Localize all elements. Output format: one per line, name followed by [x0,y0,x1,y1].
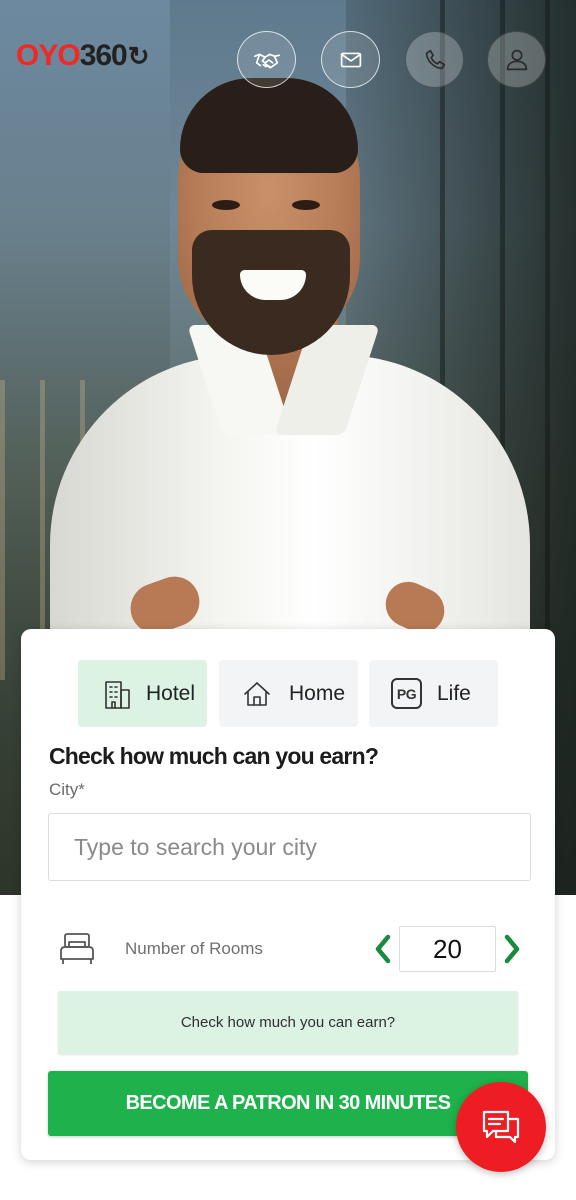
handshake-icon [253,53,280,68]
logo-number: 360 [79,39,128,72]
tab-hotel[interactable]: Hotel [78,660,277,727]
chevron-right-icon [504,934,520,964]
hair [180,78,358,173]
oyo360-logo[interactable]: OYO 360 ↻ [16,38,150,74]
earnings-card: Hotel Home PG Life Check how much can yo… [21,629,555,1160]
mail-icon [340,52,361,67]
rooms-count-field[interactable]: 20 [399,926,496,972]
tab-hotel-label: Hotel [146,681,196,705]
city-label: City* [49,780,85,799]
building-icon [102,678,132,710]
card-heading: Check how much can you earn? [49,743,379,769]
tab-pg-life[interactable]: PG Life [369,660,498,727]
decrease-rooms-button[interactable] [368,929,398,969]
logo-cycle-mark: ↻ [127,40,150,71]
eye-right [292,200,320,210]
home-icon [242,680,272,708]
chevron-left-icon [375,934,391,964]
phone-icon [425,49,445,69]
tab-home[interactable]: Home [219,660,358,727]
user-icon [506,49,527,70]
chat-button[interactable] [456,1082,546,1172]
profile-button[interactable] [487,31,546,88]
tab-pg-life-label: Life [437,681,471,705]
chat-icon [482,1110,520,1144]
logo-brand: OYO [16,39,81,72]
rooms-label: Number of Rooms [125,939,263,958]
pg-icon: PG [391,678,422,709]
check-earnings-button[interactable]: Check how much you can earn? [58,991,518,1054]
city-search-input[interactable] [48,813,531,881]
eye-left [212,200,240,210]
mail-button[interactable] [321,31,380,88]
partner-button[interactable] [237,31,296,88]
increase-rooms-button[interactable] [497,929,527,969]
bed-icon [57,929,97,972]
call-button[interactable] [405,31,464,88]
tab-home-label: Home [289,681,346,705]
